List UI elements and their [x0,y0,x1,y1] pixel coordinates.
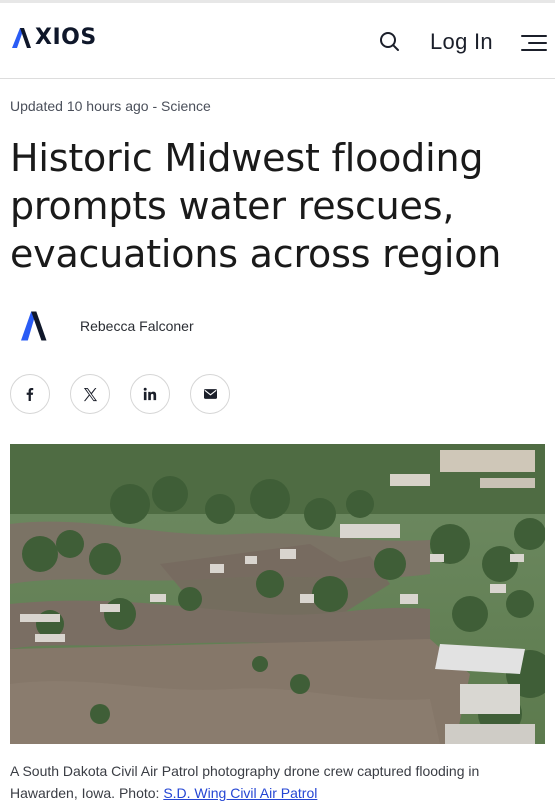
image-caption: A South Dakota Civil Air Patrol photogra… [10,760,545,804]
share-linkedin-button[interactable] [130,374,170,414]
email-icon [203,389,217,399]
byline: Rebecca Falconer [14,302,194,350]
axios-logo[interactable]: XIOS [11,27,97,49]
flood-aerial-photo [10,444,545,744]
menu-button[interactable] [521,33,547,53]
share-x-button[interactable] [70,374,110,414]
login-button[interactable]: Log In [430,29,493,55]
meta-separator: - [148,98,162,114]
author-name[interactable]: Rebecca Falconer [80,318,194,334]
share-buttons [10,374,230,414]
linkedin-icon [143,387,157,401]
article-headline: Historic Midwest flooding prompts water … [10,136,502,276]
site-header: XIOS Log In [0,3,555,79]
search-button[interactable] [378,30,402,54]
section-link[interactable]: Science [161,98,211,114]
photo-credit-link[interactable]: S.D. Wing Civil Air Patrol [163,785,317,801]
axios-author-logo-icon [21,311,47,341]
share-facebook-button[interactable] [10,374,50,414]
search-icon [380,32,399,51]
logo-wordmark: XIOS [35,25,97,50]
hamburger-menu-icon [521,35,547,51]
share-email-button[interactable] [190,374,230,414]
facebook-icon [26,387,34,401]
hero-image [10,444,545,744]
axios-logo-mark-icon [12,28,31,48]
article-meta: Updated 10 hours ago - Science [10,98,211,114]
x-icon [83,387,97,401]
updated-timestamp: Updated 10 hours ago [10,98,149,114]
author-avatar[interactable] [14,302,62,350]
